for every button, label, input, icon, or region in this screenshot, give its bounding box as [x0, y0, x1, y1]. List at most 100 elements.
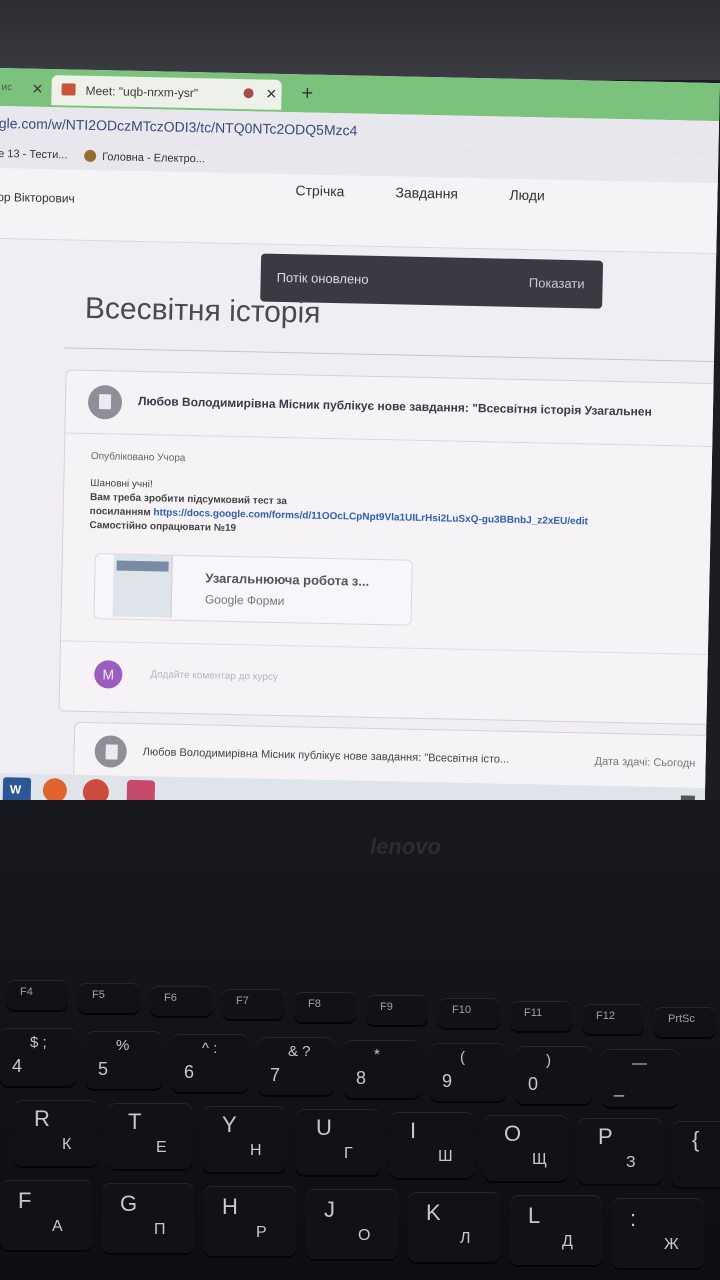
class-title: Всесвітня історія	[84, 291, 321, 330]
key-label: ^ :	[202, 1040, 218, 1057]
letter-key[interactable]: LД	[510, 1195, 602, 1265]
tab-title: Meet: "uqb-nrxm-ysr"	[85, 83, 199, 101]
attachment-source: Google Форми	[204, 592, 285, 609]
letter-key[interactable]: KЛ	[408, 1192, 500, 1262]
browser-tab-meet[interactable]: Meet: "uqb-nrxm-ysr" ✕	[51, 75, 282, 110]
key-label: F7	[236, 995, 249, 1007]
attachment-card[interactable]: Узагальнююча робота з... Google Форми	[93, 553, 413, 626]
key-label: 9	[442, 1071, 453, 1091]
function-key[interactable]: F12	[582, 1004, 644, 1034]
assignment-post: Любов Володимирівна Місник публікує нове…	[58, 369, 720, 726]
function-key[interactable]: F5	[78, 983, 140, 1013]
key-label: F11	[524, 1007, 543, 1019]
key-label: З	[626, 1154, 636, 1171]
post-header-text: Любов Володимирівна Місник публікує нове…	[137, 393, 652, 419]
key-label: PrtSc	[668, 1013, 695, 1025]
letter-key[interactable]: :Ж	[612, 1198, 704, 1268]
letter-key[interactable]: RК	[14, 1100, 98, 1166]
avatar: M	[94, 660, 123, 689]
key-label: R	[34, 1106, 50, 1131]
number-key[interactable]: & ? 7	[258, 1037, 334, 1095]
function-key[interactable]: F4	[6, 980, 68, 1010]
letter-key[interactable]: IШ	[390, 1112, 474, 1178]
letter-key[interactable]: PЗ	[578, 1118, 662, 1184]
key-label: 5	[98, 1059, 109, 1079]
key-label: F9	[380, 1001, 393, 1013]
key-label: Г	[344, 1145, 353, 1162]
key-label: А	[52, 1218, 63, 1235]
letter-key[interactable]: JО	[306, 1189, 398, 1259]
browser-tab-left[interactable]: ис ✕	[0, 74, 48, 105]
number-key[interactable]: — _	[602, 1049, 678, 1107]
function-key[interactable]: F7	[222, 989, 284, 1019]
comment-row: M Додайте коментар до курсу	[59, 640, 720, 726]
letter-key[interactable]: YН	[202, 1106, 286, 1172]
assignment-icon	[94, 735, 128, 768]
function-key[interactable]: PrtSc	[654, 1007, 716, 1037]
key-label: Щ	[532, 1151, 547, 1168]
key-label: K	[426, 1200, 441, 1225]
letter-key[interactable]: FА	[0, 1180, 92, 1250]
monitor-bezel	[0, 0, 720, 80]
function-key[interactable]: F9	[366, 995, 428, 1025]
new-tab-button[interactable]: +	[301, 82, 313, 105]
number-key[interactable]: * 8	[344, 1040, 420, 1098]
key-label: Y	[222, 1112, 237, 1137]
key-label: L	[528, 1203, 541, 1228]
close-icon[interactable]: ✕	[31, 81, 43, 98]
key-label: Д	[562, 1233, 573, 1250]
key-label: & ?	[288, 1043, 311, 1060]
letter-key[interactable]: OЩ	[484, 1115, 568, 1181]
bookmark-label: Головна - Електро...	[102, 151, 206, 166]
key-label: G	[120, 1191, 138, 1216]
bookmark-item[interactable]: е 13 - Тести...	[0, 148, 68, 161]
close-icon[interactable]: ✕	[265, 86, 277, 103]
key-label: (	[460, 1049, 465, 1066]
function-key[interactable]: F10	[438, 998, 500, 1028]
user-name: ор Вікторович	[0, 189, 75, 206]
key-label: Л	[460, 1230, 471, 1247]
key-label: {	[692, 1127, 700, 1152]
url-text[interactable]: gle.com/w/NTI2ODczMTczODI3/tc/NTQ0NTc2OD…	[0, 115, 358, 139]
key-label: T	[128, 1109, 142, 1134]
key-label: Р	[256, 1224, 267, 1241]
key-label: F12	[596, 1010, 615, 1022]
meet-favicon-icon	[61, 83, 76, 96]
tab-people[interactable]: Люди	[509, 187, 545, 204]
key-label: H	[222, 1194, 238, 1219]
post-header[interactable]: Любов Володимирівна Місник публікує нове…	[65, 370, 720, 448]
letter-key[interactable]: GП	[102, 1183, 194, 1253]
firefox-icon[interactable]	[42, 778, 68, 803]
key-label: J	[324, 1197, 335, 1222]
bookmark-item[interactable]: Головна - Електро...	[84, 149, 206, 166]
number-key[interactable]: ^ : 6	[172, 1034, 248, 1092]
laptop-keyboard: lenovo F4 F5 F6 F7 F8 F9 F10 F11 F12 PrtSc $ ; 4% 5 ^…	[0, 800, 720, 1280]
number-key[interactable]: ) 0	[516, 1046, 592, 1104]
number-key[interactable]: $ ; 4	[0, 1028, 76, 1086]
key-label: Ш	[438, 1148, 453, 1165]
post-header-text: Любов Володимирівна Місник публікує нове…	[142, 746, 510, 766]
key-label: F6	[164, 992, 177, 1004]
key-label: F	[18, 1188, 32, 1213]
letter-key[interactable]: HР	[204, 1186, 296, 1256]
tab-stream[interactable]: Стрічка	[295, 182, 344, 199]
key-label: U	[316, 1115, 332, 1140]
key-label: F4	[20, 986, 33, 998]
function-key[interactable]: F11	[510, 1001, 572, 1031]
letter-key[interactable]: TЕ	[108, 1103, 192, 1169]
key-label: $ ;	[30, 1034, 47, 1051]
number-key[interactable]: (9	[430, 1043, 506, 1101]
key-label: P	[598, 1124, 613, 1149]
function-key[interactable]: F8	[294, 992, 356, 1022]
key-label: *	[374, 1046, 380, 1063]
letter-key[interactable]: UГ	[296, 1109, 380, 1175]
letter-key[interactable]: {[	[672, 1121, 720, 1187]
snackbar-message: Потік оновлено	[276, 269, 369, 287]
snackbar-show-button[interactable]: Показати	[529, 275, 585, 291]
tab-tasks[interactable]: Завдання	[395, 184, 458, 201]
comment-input[interactable]: Додайте коментар до курсу	[150, 669, 278, 683]
post-date: Опубліковано Учора	[90, 450, 186, 464]
number-key[interactable]: % 5	[86, 1031, 162, 1089]
function-key[interactable]: F6	[150, 986, 212, 1016]
key-label: I	[410, 1118, 417, 1143]
